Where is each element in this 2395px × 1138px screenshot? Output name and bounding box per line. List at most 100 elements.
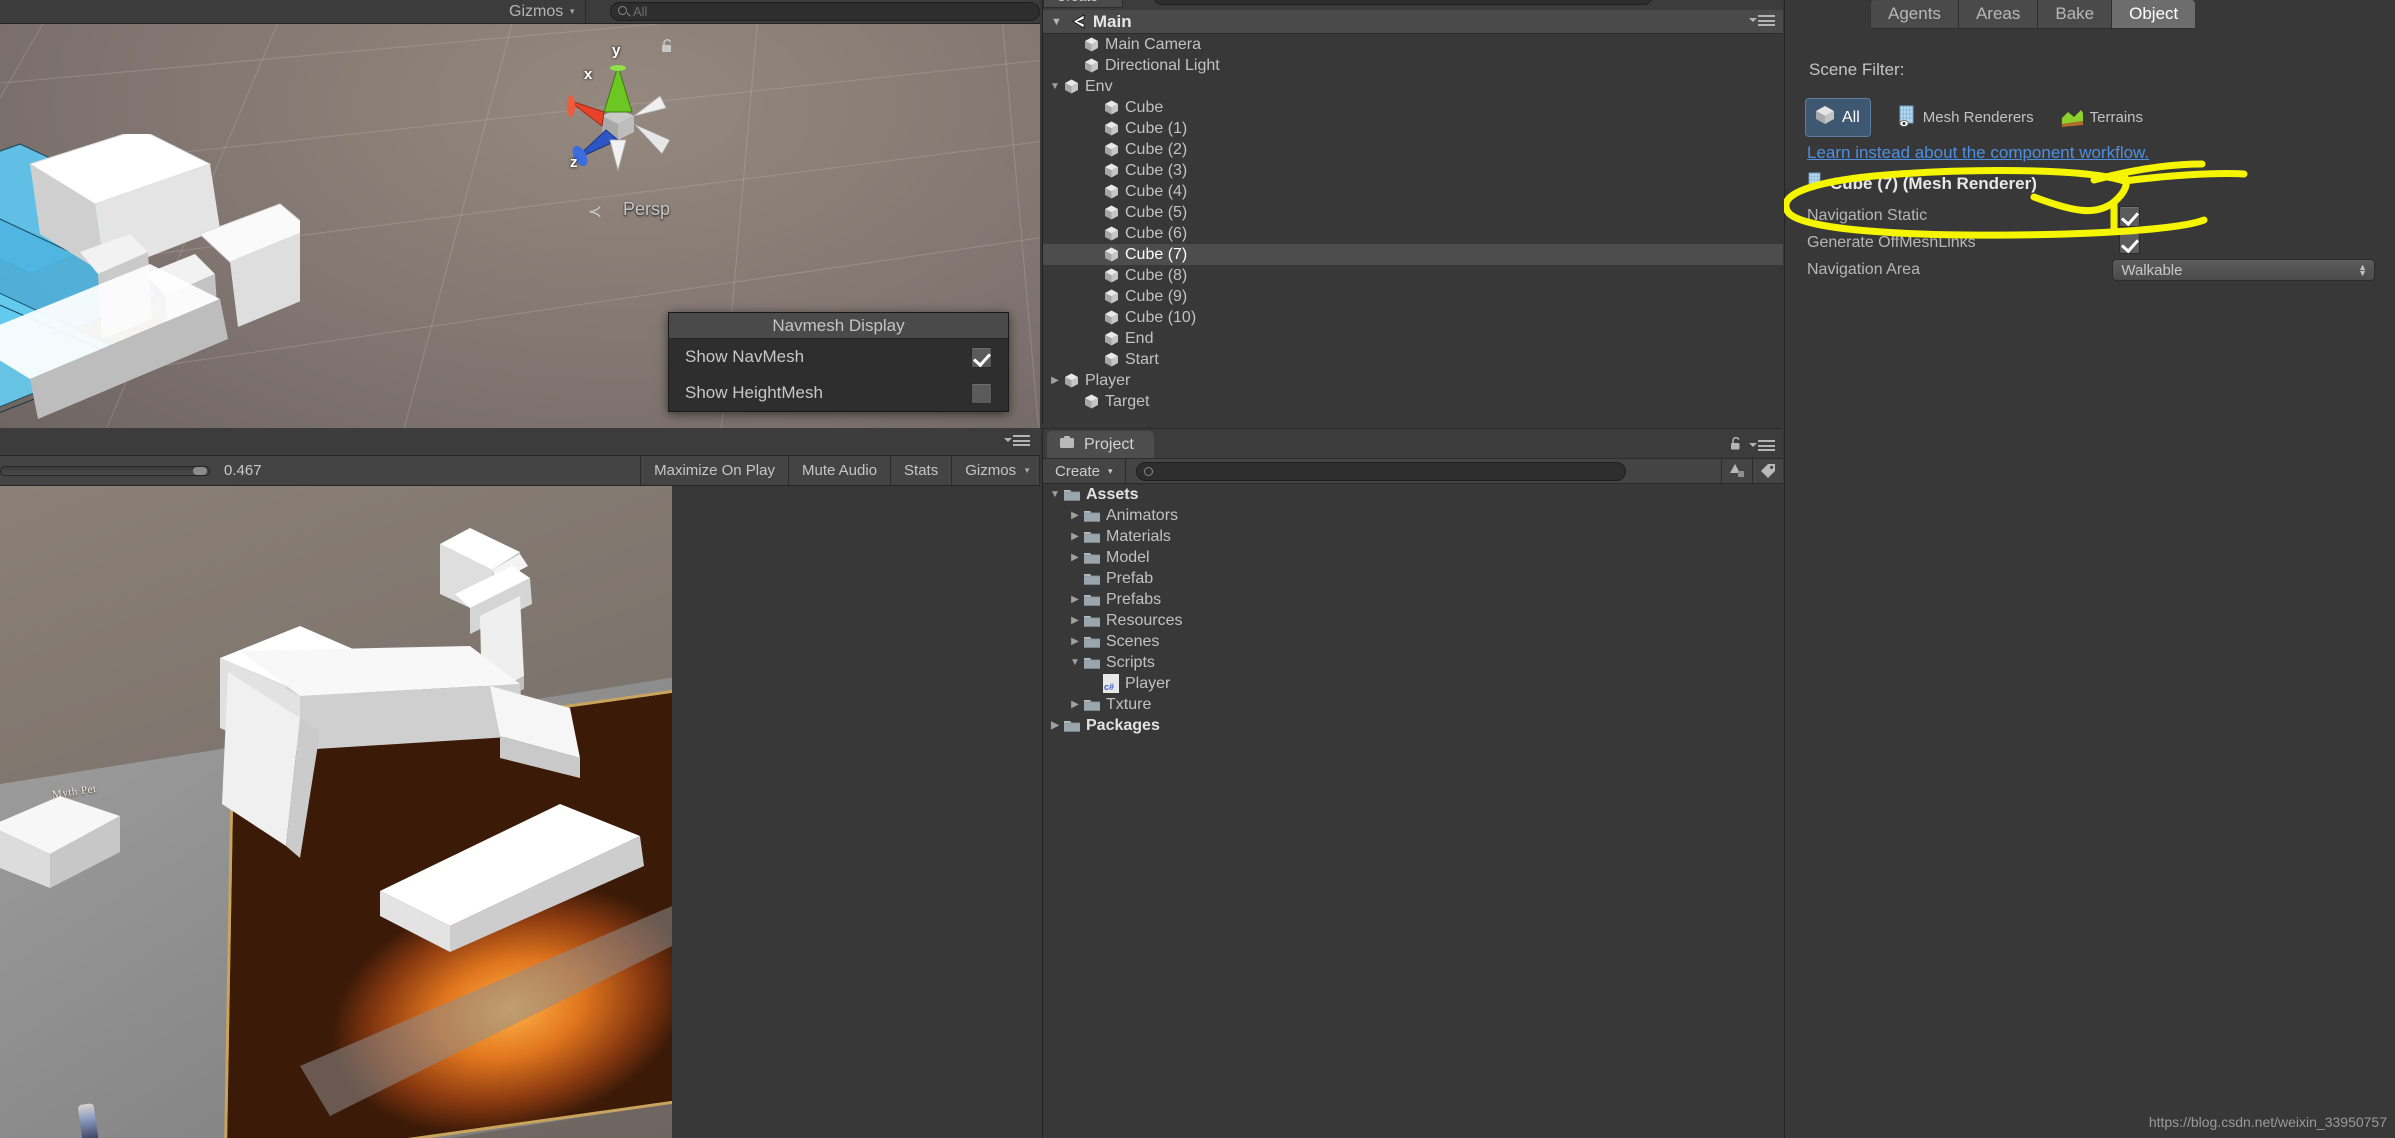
label-tag-icon[interactable] bbox=[1752, 458, 1783, 484]
hierarchy-scene-header[interactable]: ▼ Main bbox=[1043, 10, 1783, 34]
project-item-prefab[interactable]: Prefab bbox=[1043, 568, 1783, 589]
favorites-icon[interactable] bbox=[1721, 458, 1752, 484]
chevron-down-icon[interactable]: ▼ bbox=[1051, 16, 1062, 28]
hierarchy-search-input[interactable] bbox=[1153, 0, 1653, 5]
hierarchy-item-cube-4[interactable]: Cube (4) bbox=[1043, 181, 1783, 202]
scene-search-input[interactable]: All bbox=[610, 2, 1040, 21]
game-viewport[interactable]: Myth Pet bbox=[0, 486, 672, 1138]
maximize-on-play-button[interactable]: Maximize On Play bbox=[640, 456, 788, 485]
chevron-right-icon[interactable] bbox=[1067, 636, 1083, 647]
project-item-model[interactable]: Model bbox=[1043, 547, 1783, 568]
show-navmesh-row[interactable]: Show NavMesh bbox=[669, 339, 1008, 375]
hierarchy-item-target[interactable]: Target bbox=[1043, 391, 1783, 412]
hierarchy-item-cube-7[interactable]: Cube (7) bbox=[1043, 244, 1783, 265]
project-item-txture[interactable]: Txture bbox=[1043, 694, 1783, 715]
panel-menu-icon[interactable] bbox=[1749, 440, 1775, 452]
projection-mode-label[interactable]: Persp bbox=[623, 199, 670, 220]
scene-viewport[interactable]: x y z ≺ Persp Navmesh Display Show NavMe… bbox=[0, 24, 1040, 428]
learn-component-workflow-link[interactable]: Learn instead about the component workfl… bbox=[1807, 143, 2149, 163]
project-search-input[interactable] bbox=[1135, 461, 1626, 481]
tab-agents[interactable]: Agents bbox=[1871, 0, 1959, 29]
navigation-panel: Agents Areas Bake Object Scene Filter: All bbox=[1784, 0, 2395, 1138]
panel-menu-icon[interactable] bbox=[1749, 15, 1775, 27]
hierarchy-create-button[interactable]: Create ▾ bbox=[1043, 0, 1123, 8]
filter-terrains-button[interactable]: Terrains bbox=[2060, 104, 2143, 132]
game-scale-slider[interactable] bbox=[0, 465, 210, 476]
filter-all-button[interactable]: All bbox=[1805, 98, 1871, 137]
tab-object[interactable]: Object bbox=[2112, 0, 2196, 29]
chevron-right-icon[interactable] bbox=[1067, 594, 1083, 605]
hierarchy-item-cube-9[interactable]: Cube (9) bbox=[1043, 286, 1783, 307]
hierarchy-item-cube-10[interactable]: Cube (10) bbox=[1043, 307, 1783, 328]
chevron-down-icon[interactable] bbox=[1047, 489, 1063, 500]
project-item-resources[interactable]: Resources bbox=[1043, 610, 1783, 631]
generate-offmeshlinks-checkbox[interactable] bbox=[2119, 232, 2140, 254]
project-create-button[interactable]: Create ▾ bbox=[1043, 458, 1126, 484]
project-item-player[interactable]: Player bbox=[1043, 673, 1783, 694]
project-item-animators[interactable]: Animators bbox=[1043, 505, 1783, 526]
project-item-prefabs[interactable]: Prefabs bbox=[1043, 589, 1783, 610]
project-item-label: Txture bbox=[1106, 695, 1152, 713]
cube-icon bbox=[1083, 36, 1100, 53]
lock-open-icon[interactable] bbox=[1729, 436, 1743, 456]
slider-knob[interactable] bbox=[193, 466, 207, 475]
project-item-scenes[interactable]: Scenes bbox=[1043, 631, 1783, 652]
chevron-right-icon[interactable] bbox=[1047, 720, 1063, 731]
navigation-area-dropdown[interactable]: Walkable ▲ ▼ bbox=[2112, 259, 2375, 281]
chevron-right-icon[interactable] bbox=[1067, 510, 1083, 521]
selected-object-header: Cube (7) (Mesh Renderer) bbox=[1807, 172, 2037, 196]
tab-project[interactable]: Project bbox=[1047, 431, 1154, 458]
mute-audio-button[interactable]: Mute Audio bbox=[787, 456, 890, 485]
hierarchy-item-end[interactable]: End bbox=[1043, 328, 1783, 349]
generate-offmeshlinks-row[interactable]: Generate OffMeshLinks bbox=[1807, 229, 2375, 257]
navmesh-display-popup: Navmesh Display Show NavMesh Show Height… bbox=[668, 312, 1009, 412]
hierarchy-item-cube-5[interactable]: Cube (5) bbox=[1043, 202, 1783, 223]
hierarchy-item-start[interactable]: Start bbox=[1043, 349, 1783, 370]
cube-icon bbox=[1103, 99, 1120, 116]
navigation-static-row[interactable]: Navigation Static bbox=[1807, 202, 2375, 230]
project-item-label: Player bbox=[1125, 674, 1171, 692]
project-item-scripts[interactable]: Scripts bbox=[1043, 652, 1783, 673]
project-item-packages[interactable]: Packages bbox=[1043, 715, 1783, 736]
project-item-materials[interactable]: Materials bbox=[1043, 526, 1783, 547]
chevron-down-icon[interactable] bbox=[1067, 657, 1083, 668]
hierarchy-item-player[interactable]: Player bbox=[1043, 370, 1783, 391]
tab-areas[interactable]: Areas bbox=[1958, 0, 2039, 29]
hierarchy-item-cube-1[interactable]: Cube (1) bbox=[1043, 118, 1783, 139]
show-heightmesh-row[interactable]: Show HeightMesh bbox=[669, 375, 1008, 411]
scene-search-placeholder: All bbox=[633, 4, 648, 19]
panel-menu-icon[interactable] bbox=[1004, 435, 1030, 447]
project-item-assets[interactable]: Assets bbox=[1043, 484, 1783, 505]
chevron-down-icon[interactable] bbox=[1047, 81, 1063, 92]
chevron-right-icon[interactable] bbox=[1047, 375, 1063, 386]
hierarchy-tree[interactable]: Main Camera Directional Light Env Cube Cube … bbox=[1043, 34, 1783, 424]
hierarchy-item-env[interactable]: Env bbox=[1043, 76, 1783, 97]
chevron-right-icon[interactable] bbox=[1067, 699, 1083, 710]
hierarchy-item-main-camera[interactable]: Main Camera bbox=[1043, 34, 1783, 55]
chevron-right-icon[interactable] bbox=[1067, 615, 1083, 626]
hierarchy-item-cube-2[interactable]: Cube (2) bbox=[1043, 139, 1783, 160]
chevron-right-icon[interactable] bbox=[1067, 531, 1083, 542]
show-navmesh-checkbox[interactable] bbox=[971, 346, 992, 368]
hierarchy-item-cube[interactable]: Cube bbox=[1043, 97, 1783, 118]
scene-axis-gizmo[interactable]: x y z bbox=[540, 42, 680, 194]
stats-button[interactable]: Stats bbox=[890, 456, 951, 485]
tab-bake[interactable]: Bake bbox=[2038, 0, 2113, 29]
game-render-area: Myth Pet bbox=[0, 486, 1040, 1138]
filter-mesh-renderers-button[interactable]: Mesh Renderers bbox=[1897, 104, 2034, 132]
scene-lock-icon[interactable] bbox=[660, 38, 675, 54]
chevron-right-icon[interactable] bbox=[1067, 552, 1083, 563]
navigation-static-checkbox[interactable] bbox=[2119, 205, 2140, 227]
hierarchy-item-cube-6[interactable]: Cube (6) bbox=[1043, 223, 1783, 244]
cube-icon bbox=[1083, 393, 1100, 410]
hierarchy-item-directional-light[interactable]: Directional Light bbox=[1043, 55, 1783, 76]
game-gizmos-button[interactable]: Gizmos ▼ bbox=[951, 456, 1040, 485]
search-icon bbox=[1143, 466, 1153, 476]
show-heightmesh-checkbox[interactable] bbox=[971, 382, 992, 404]
scene-gizmos-button[interactable]: Gizmos ▼ bbox=[500, 0, 587, 23]
project-asset-tree[interactable]: Assets Animators Materials Model Prefab Prefa… bbox=[1043, 484, 1783, 1138]
hierarchy-item-cube-8[interactable]: Cube (8) bbox=[1043, 265, 1783, 286]
hierarchy-item-label: Main Camera bbox=[1105, 35, 1202, 53]
hierarchy-item-cube-3[interactable]: Cube (3) bbox=[1043, 160, 1783, 181]
navigation-area-row[interactable]: Navigation Area Walkable ▲ ▼ bbox=[1807, 256, 2375, 284]
